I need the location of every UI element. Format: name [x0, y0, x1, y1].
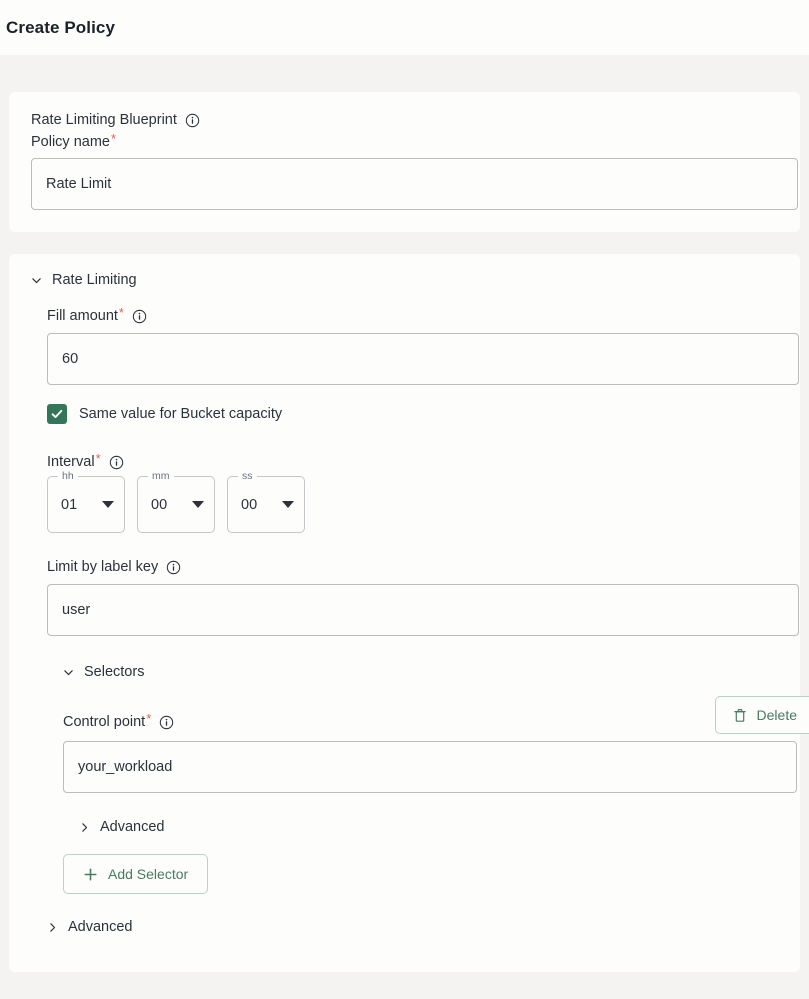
limit-by-label-key-group: Limit by label key	[47, 557, 778, 636]
control-point-input[interactable]	[63, 741, 797, 793]
rate-limiting-advanced-label: Advanced	[68, 919, 133, 935]
chevron-down-icon	[192, 501, 204, 508]
required-marker: *	[111, 132, 116, 144]
limit-by-label-key-field	[47, 584, 799, 636]
section-rate-limiting-label: Rate Limiting	[52, 272, 137, 288]
plus-icon	[83, 867, 98, 882]
control-point-field	[63, 741, 797, 793]
interval-label: Interval	[47, 452, 95, 472]
card-spacer	[0, 232, 809, 254]
fill-amount-input[interactable]	[47, 333, 799, 385]
fill-amount-group: Fill amount * Same value for Bucket capa…	[47, 306, 778, 935]
section-rate-limiting-toggle[interactable]: Rate Limiting	[31, 272, 778, 288]
rate-limiting-advanced-toggle[interactable]: Advanced	[47, 919, 778, 935]
page-header: Create Policy	[0, 0, 809, 55]
limit-by-label-key-input[interactable]	[47, 584, 799, 636]
info-icon[interactable]	[185, 113, 200, 128]
required-marker: *	[146, 712, 151, 724]
chevron-down-icon	[282, 501, 294, 508]
interval-hours-legend: hh	[58, 470, 78, 482]
interval-minutes-field[interactable]: mm 00	[137, 476, 215, 533]
info-icon[interactable]	[109, 455, 124, 470]
chevron-right-icon	[47, 922, 58, 933]
add-selector-button[interactable]: Add Selector	[63, 854, 208, 894]
interval-label-row: Interval *	[47, 452, 778, 472]
section-selectors-toggle[interactable]: Selectors	[63, 664, 778, 680]
rate-limiting-card: Rate Limiting Fill amount *	[9, 254, 800, 972]
policy-name-label-row: Policy name *	[31, 132, 778, 152]
selector-item: Control point *	[63, 696, 778, 894]
control-point-label: Control point	[63, 712, 145, 732]
fill-amount-label: Fill amount	[47, 306, 118, 326]
chevron-down-icon	[63, 667, 74, 678]
info-icon[interactable]	[159, 715, 174, 730]
required-marker: *	[119, 306, 124, 318]
interval-hours-select[interactable]: hh 01	[47, 476, 125, 533]
interval-seconds-legend: ss	[238, 470, 257, 482]
add-selector-label: Add Selector	[108, 866, 188, 882]
add-selector-row: Add Selector	[63, 854, 778, 894]
page-title: Create Policy	[6, 18, 115, 38]
fill-amount-label-row: Fill amount *	[47, 306, 778, 326]
trash-icon	[733, 708, 747, 723]
interval-minutes-select[interactable]: mm 00	[137, 476, 215, 533]
policy-name-field	[31, 158, 798, 210]
section-selectors-label: Selectors	[84, 664, 144, 680]
selector-header-row: Control point *	[63, 696, 809, 734]
interval-selects: hh 01 mm 00 ss 00	[47, 476, 778, 533]
chevron-right-icon	[79, 822, 90, 833]
limit-by-label-key-label: Limit by label key	[47, 557, 158, 577]
policy-name-label: Policy name	[31, 132, 110, 152]
delete-selector-button[interactable]: Delete	[715, 696, 809, 734]
chevron-down-icon	[31, 275, 42, 286]
page-bottom-spacer	[0, 972, 809, 981]
same-value-checkbox[interactable]	[47, 404, 67, 424]
interval-seconds-select[interactable]: ss 00	[227, 476, 305, 533]
blueprint-label-row: Rate Limiting Blueprint	[31, 110, 778, 130]
interval-minutes-legend: mm	[148, 470, 174, 482]
interval-hours-value: 01	[61, 497, 102, 513]
header-spacer	[0, 55, 809, 92]
control-point-label-row: Control point *	[63, 712, 174, 734]
delete-selector-label: Delete	[757, 707, 797, 723]
blueprint-label: Rate Limiting Blueprint	[31, 110, 177, 130]
info-icon[interactable]	[166, 560, 181, 575]
interval-seconds-field[interactable]: ss 00	[227, 476, 305, 533]
selectors-group: Selectors Control point *	[47, 664, 778, 894]
limit-by-label-key-label-row: Limit by label key	[47, 557, 778, 577]
interval-seconds-value: 00	[241, 497, 282, 513]
interval-hours-field[interactable]: hh 01	[47, 476, 125, 533]
info-icon[interactable]	[132, 309, 147, 324]
required-marker: *	[96, 452, 101, 464]
selector-advanced-label: Advanced	[100, 819, 165, 835]
blueprint-card: Rate Limiting Blueprint Policy name *	[9, 92, 800, 232]
interval-minutes-value: 00	[151, 497, 192, 513]
same-value-checkbox-label: Same value for Bucket capacity	[79, 406, 282, 422]
fill-amount-field	[47, 333, 799, 385]
same-value-checkbox-row[interactable]: Same value for Bucket capacity	[47, 404, 778, 424]
interval-group: Interval * hh 01	[47, 452, 778, 533]
selector-advanced-toggle[interactable]: Advanced	[79, 819, 778, 835]
policy-name-input[interactable]	[31, 158, 798, 210]
chevron-down-icon	[102, 501, 114, 508]
